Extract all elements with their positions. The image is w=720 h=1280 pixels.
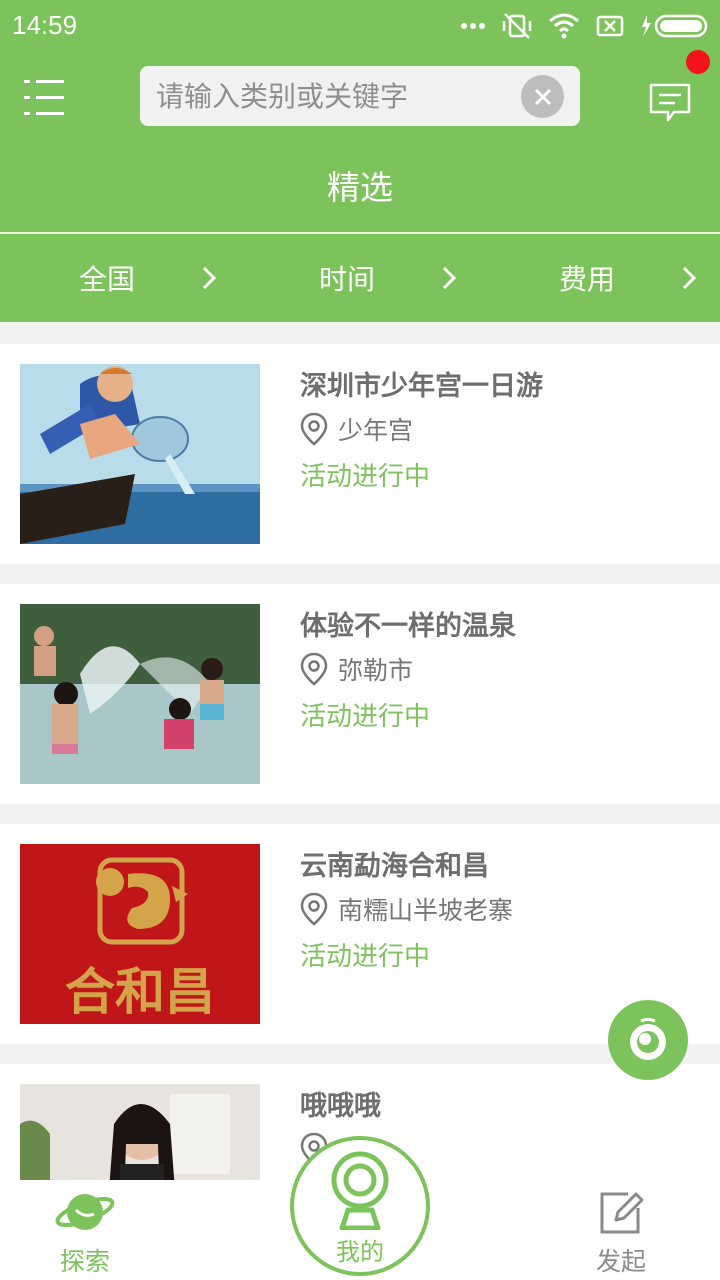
tab-explore-label: 探索 xyxy=(59,1247,110,1276)
filter-bar: 全国 时间 费用 xyxy=(0,234,720,322)
filter-cost-label: 费用 xyxy=(559,263,616,296)
chevron-right-icon xyxy=(202,266,217,290)
activity-location-text: 南糯山半坡老寨 xyxy=(338,896,514,925)
tab-create-label: 发起 xyxy=(595,1247,646,1276)
chevron-right-icon xyxy=(442,266,457,290)
activity-thumbnail xyxy=(20,604,260,784)
notification-badge xyxy=(686,50,710,74)
webcam-icon xyxy=(331,1151,389,1230)
tab-explore[interactable]: 探索 xyxy=(30,1180,140,1280)
search-input[interactable] xyxy=(156,76,516,116)
location-pin-icon xyxy=(300,412,328,446)
status-bar: 14:59 xyxy=(0,0,720,52)
logo-text: 合和昌 xyxy=(65,962,215,1021)
planet-icon xyxy=(55,1194,115,1230)
activity-location: 弥勒市 xyxy=(300,652,413,686)
hehechang-logo: 合和昌 xyxy=(20,844,260,1024)
activity-title: 深圳市少年宫一日游 xyxy=(300,371,543,402)
activity-location-text: 少年宫 xyxy=(338,416,414,445)
status-time: 14:59 xyxy=(12,10,78,40)
activity-title: 哦哦哦 xyxy=(300,1091,381,1122)
more-dots-icon xyxy=(461,23,485,29)
tab-create[interactable]: 发起 xyxy=(580,1180,662,1280)
activity-status: 活动进行中 xyxy=(300,702,431,732)
activity-title: 体验不一样的温泉 xyxy=(300,611,516,642)
location-pin-icon xyxy=(300,892,328,926)
activity-location-text: 弥勒市 xyxy=(338,656,414,685)
camera-fab-button[interactable] xyxy=(608,1000,688,1080)
menu-button[interactable] xyxy=(22,78,68,118)
activity-thumbnail: 合和昌 xyxy=(20,844,260,1024)
battery-charging-icon xyxy=(642,14,708,38)
chevron-right-icon xyxy=(682,266,697,290)
activity-location: 南糯山半坡老寨 xyxy=(300,892,513,926)
page-title: 精选 xyxy=(327,168,393,207)
list-item[interactable]: 深圳市少年宫一日游 少年宫 活动进行中 xyxy=(0,344,720,564)
messages-button[interactable] xyxy=(648,82,692,124)
tab-mine-label: 我的 xyxy=(336,1238,384,1266)
tab-mine[interactable]: 我的 xyxy=(290,1136,430,1276)
filter-time-label: 时间 xyxy=(319,263,376,296)
location-pin-icon xyxy=(300,652,328,686)
status-icons xyxy=(460,10,710,42)
activity-title: 云南勐海合和昌 xyxy=(300,851,489,882)
activity-status: 活动进行中 xyxy=(300,942,431,972)
edit-icon xyxy=(600,1192,644,1234)
no-sim-icon xyxy=(596,15,624,37)
list-item[interactable]: 体验不一样的温泉 弥勒市 活动进行中 xyxy=(0,584,720,804)
wifi-icon xyxy=(549,13,579,39)
activity-status: 活动进行中 xyxy=(300,462,431,492)
close-icon xyxy=(534,88,551,105)
list-item[interactable]: 合和昌 云南勐海合和昌 南糯山半坡老寨 活动进行中 xyxy=(0,824,720,1044)
filter-region[interactable]: 全国 xyxy=(0,234,240,322)
chat-bubble-icon xyxy=(649,83,691,122)
list-menu-icon xyxy=(24,80,64,115)
activity-location: 少年宫 xyxy=(300,412,413,446)
filter-region-label: 全国 xyxy=(79,263,136,296)
filter-time[interactable]: 时间 xyxy=(240,234,480,322)
activity-thumbnail xyxy=(20,364,260,544)
filter-cost[interactable]: 费用 xyxy=(480,234,720,322)
clear-search-button[interactable] xyxy=(521,75,564,118)
camera-eye-icon xyxy=(630,1018,666,1060)
search-bar xyxy=(140,66,580,126)
app-header: 14:59 精选 全国 xyxy=(0,0,720,322)
vibrate-off-icon xyxy=(502,13,532,39)
